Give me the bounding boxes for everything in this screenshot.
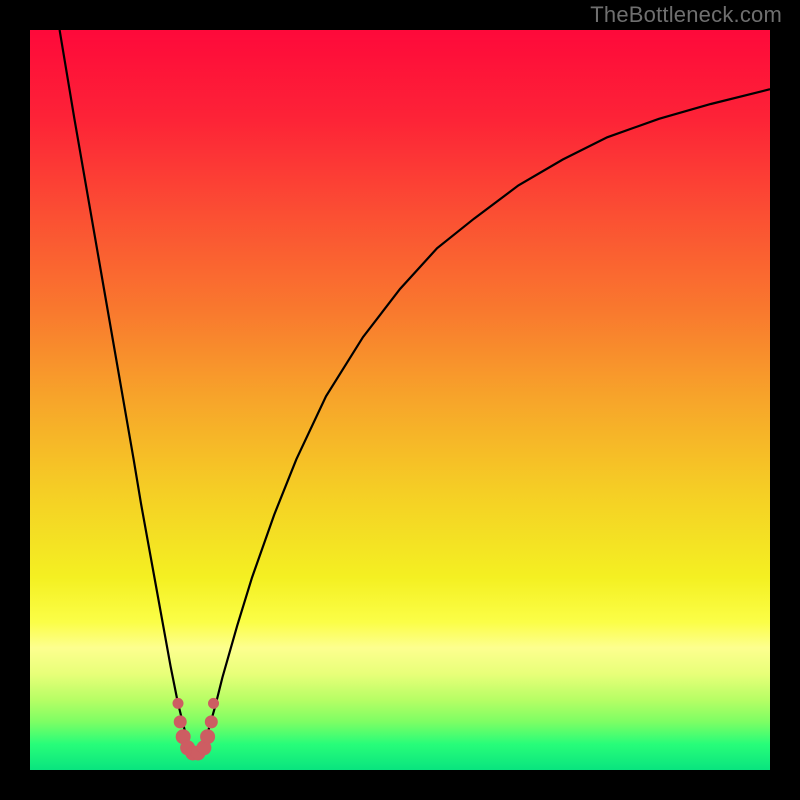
optimum-marker <box>174 716 186 728</box>
optimum-marker <box>201 730 215 744</box>
optimum-marker <box>205 716 217 728</box>
chart-frame: TheBottleneck.com <box>0 0 800 800</box>
optimum-marker <box>209 698 219 708</box>
optimum-marker <box>173 698 183 708</box>
bottleneck-curve-chart <box>0 0 800 800</box>
watermark-text: TheBottleneck.com <box>590 2 782 28</box>
plot-area <box>30 30 770 770</box>
